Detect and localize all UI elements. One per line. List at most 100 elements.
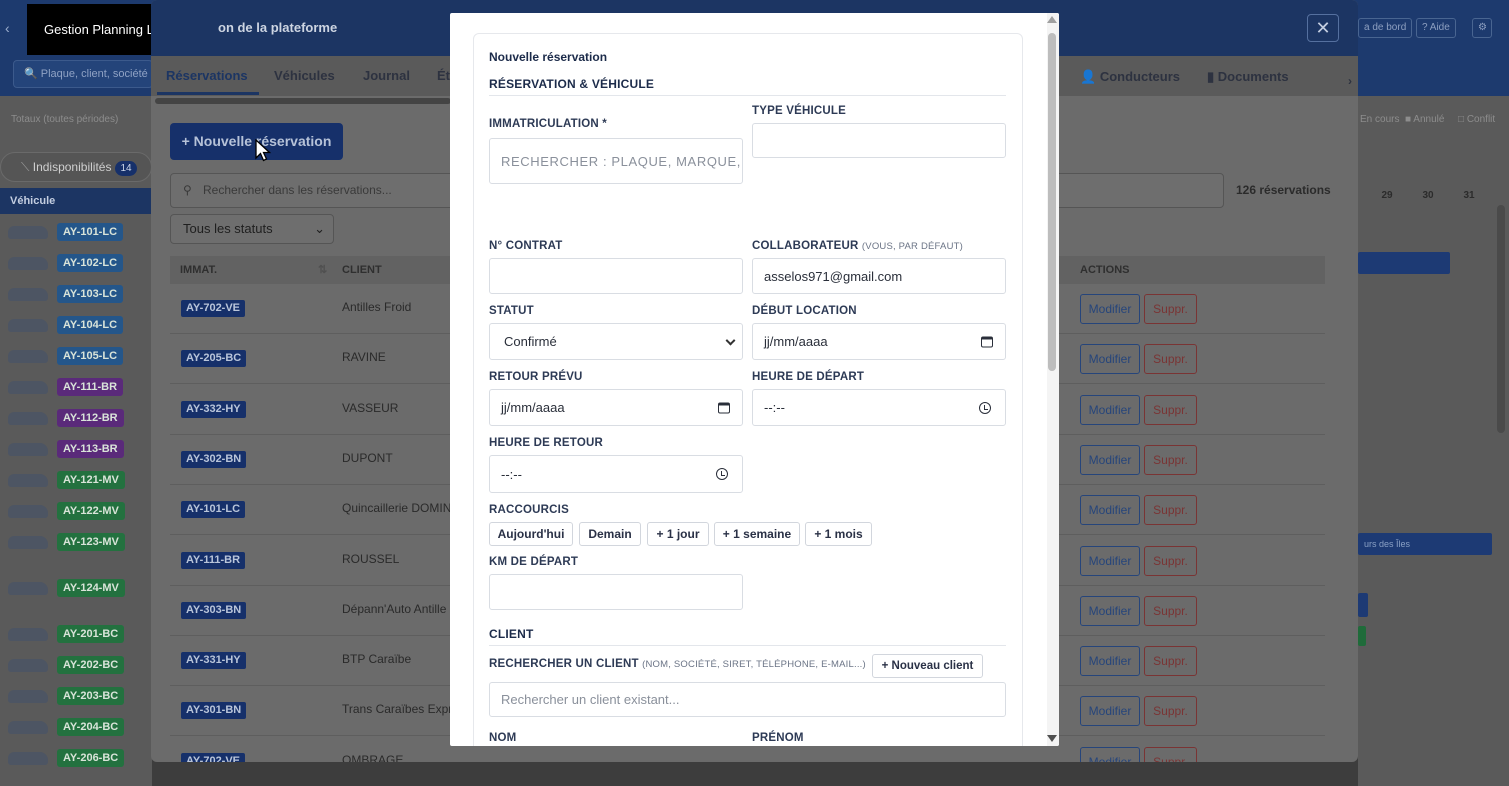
edit-button[interactable]: Modifier [1080,545,1140,576]
client-search-input[interactable]: Rechercher un client existant... [489,682,1006,717]
calendar-icon[interactable] [718,402,730,413]
clock-icon[interactable] [716,468,728,480]
calendar-booking-bar[interactable]: urs des Îles [1358,533,1492,555]
vehicle-row[interactable]: AY-104-LC [0,310,152,341]
shortcut-plus-1-month-button[interactable]: + 1 mois [805,522,872,546]
column-sort-icon[interactable]: ⇅ [318,256,327,284]
legend-conflit-label: Conflit [1466,114,1496,125]
delete-button[interactable]: Suppr. [1144,394,1197,425]
column-client[interactable]: CLIENT [342,256,382,284]
delete-button[interactable]: Suppr. [1144,646,1197,677]
retour-prevu-value: jj/mm/aaaa [501,400,565,415]
tab-journal[interactable]: Journal [363,68,410,83]
vehicle-row[interactable]: AY-111-BR [0,372,152,403]
delete-button[interactable]: Suppr. [1144,495,1197,526]
tab-documents[interactable]: ▮ Documents [1207,69,1289,85]
delete-button[interactable]: Suppr. [1144,545,1197,576]
calendar-booking-bar[interactable] [1358,252,1450,274]
shortcut-plus-1-day-button[interactable]: + 1 jour [647,522,709,546]
calendar-booking-bar[interactable] [1358,626,1366,646]
shortcut-plus-1-week-button[interactable]: + 1 semaine [714,522,800,546]
edit-button[interactable]: Modifier [1080,495,1140,526]
calendar-icon[interactable] [981,336,993,347]
search-icon: ⚲ [183,183,192,197]
indisponibilites-count: 14 [115,161,137,176]
vehicle-row[interactable]: AY-105-LC [0,341,152,372]
delete-button[interactable]: Suppr. [1144,746,1197,762]
delete-button[interactable]: Suppr. [1144,444,1197,475]
contrat-input[interactable] [489,258,743,294]
retour-prevu-date-input[interactable]: jj/mm/aaaa [489,389,743,426]
heure-depart-time-input[interactable]: --:-- [752,389,1006,426]
calendar-booking-bar[interactable] [1358,593,1368,617]
delete-button[interactable]: Suppr. [1144,294,1197,324]
vehicle-row[interactable]: AY-123-MV [0,527,152,558]
status-filter-select[interactable]: Tous les statuts ⌄ [170,214,334,244]
dashboard-button[interactable]: a de bord [1358,18,1413,38]
type-vehicule-input[interactable] [752,123,1006,158]
indisponibilites-toggle[interactable]: ⟍ Indisponibilités 14 [0,152,152,182]
scroll-up-arrow-icon[interactable] [1047,16,1057,23]
vehicle-row[interactable]: AY-121-MV [0,465,152,496]
vehicle-icon [8,536,48,549]
vehicle-row[interactable]: AY-124-MV [0,573,152,604]
tabs-scroll-right-icon[interactable]: › [1348,74,1352,88]
edit-button[interactable]: Modifier [1080,444,1140,475]
vehicle-row[interactable]: AY-204-BC [0,712,152,743]
tab-conducteurs[interactable]: 👤 Conducteurs [1080,69,1180,85]
modal-scrollbar-thumb[interactable] [1048,33,1056,371]
delete-button[interactable]: Suppr. [1144,696,1197,727]
edit-button[interactable]: Modifier [1080,746,1140,762]
vehicle-plate: AY-203-BC [57,687,125,705]
debut-location-date-input[interactable]: jj/mm/aaaa [752,323,1006,360]
vehicle-row[interactable]: AY-122-MV [0,496,152,527]
statut-select[interactable]: Confirmé [489,323,743,360]
column-immat[interactable]: IMMAT. [180,256,217,284]
vehicle-row[interactable]: AY-206-BC [0,743,152,774]
edit-button[interactable]: Modifier [1080,696,1140,727]
collaborateur-input[interactable]: asselos971@gmail.com [752,258,1006,294]
vehicle-row[interactable]: AY-202-BC [0,650,152,681]
heure-retour-time-input[interactable]: --:-- [489,455,743,493]
new-reservation-modal: Nouvelle réservation RÉSERVATION & VÉHIC… [450,13,1059,746]
edit-button[interactable]: Modifier [1080,344,1140,375]
vehicle-row[interactable]: AY-201-BC [0,619,152,650]
tab-vehicules[interactable]: Véhicules [274,68,335,83]
vehicle-plate: AY-202-BC [57,656,125,674]
vehicle-row[interactable]: AY-102-LC [0,248,152,279]
panel-title: on de la plateforme [218,20,338,35]
delete-button[interactable]: Suppr. [1144,595,1197,626]
back-chevron-icon[interactable]: ‹ [5,20,10,36]
vehicle-plate: AY-201-BC [57,625,125,643]
close-icon[interactable]: ✕ [1307,14,1339,42]
new-client-button[interactable]: + Nouveau client [872,654,983,678]
km-depart-input[interactable] [489,574,743,610]
legend-annule-label: Annulé [1413,114,1445,125]
calendar-scrollbar[interactable] [1497,205,1505,433]
row-client: OMBRAGE [342,752,404,762]
heure-depart-label: HEURE DE DÉPART [752,371,865,383]
scroll-down-arrow-icon[interactable] [1047,735,1057,742]
tab-reservations[interactable]: Réservations [166,68,248,83]
delete-button[interactable]: Suppr. [1144,344,1197,375]
settings-icon[interactable]: ⚙ [1472,18,1492,38]
clock-icon[interactable] [979,401,991,414]
vehicle-row[interactable]: AY-203-BC [0,681,152,712]
edit-button[interactable]: Modifier [1080,294,1140,324]
edit-button[interactable]: Modifier [1080,646,1140,677]
vehicle-row[interactable]: AY-103-LC [0,279,152,310]
immatriculation-search-input[interactable]: RECHERCHER : PLAQUE, MARQUE, I [489,138,743,184]
vehicle-row[interactable]: AY-113-BR [0,434,152,465]
shortcut-tomorrow-button[interactable]: Demain [579,522,641,546]
shortcut-today-button[interactable]: Aujourd'hui [489,522,573,546]
statut-value: Confirmé [504,334,557,349]
vehicle-row[interactable]: AY-101-LC [0,217,152,248]
tab-etats[interactable]: Ét [437,68,450,83]
vehicle-row[interactable]: AY-112-BR [0,403,152,434]
tabs-scrollbar[interactable] [155,98,451,104]
help-button[interactable]: ? Aide [1416,18,1456,38]
type-vehicule-label: TYPE VÉHICULE [752,105,846,117]
global-search-input[interactable]: 🔍 Plaque, client, société [13,60,153,88]
edit-button[interactable]: Modifier [1080,394,1140,425]
edit-button[interactable]: Modifier [1080,595,1140,626]
